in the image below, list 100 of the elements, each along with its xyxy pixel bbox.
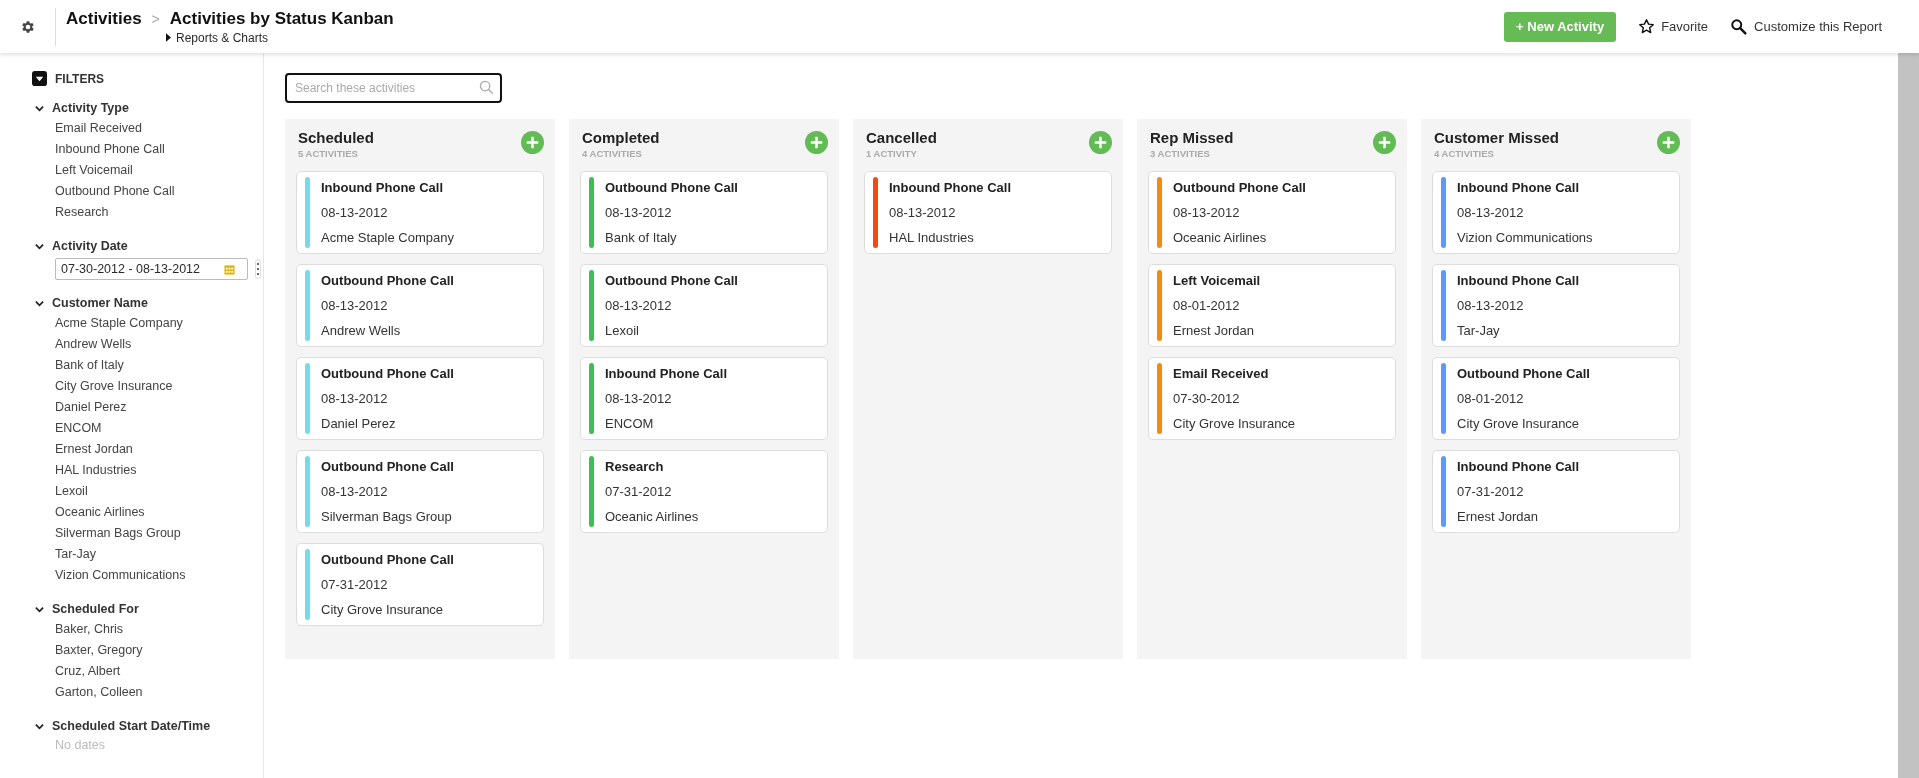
activity-type: Inbound Phone Call bbox=[1457, 459, 1580, 474]
activity-date: 08-13-2012 bbox=[321, 205, 389, 220]
activity-type: Left Voicemail bbox=[1173, 273, 1261, 288]
activity-card[interactable]: Outbound Phone Call 07-31-2012 City Grove Insurance bbox=[296, 543, 544, 626]
activity-date: 08-13-2012 bbox=[605, 205, 673, 220]
customer-name: Ernest Jordan bbox=[1173, 323, 1255, 338]
customer-name: Vizion Communications bbox=[1457, 230, 1593, 245]
activity-type: Outbound Phone Call bbox=[321, 366, 454, 381]
activity-date: 08-01-2012 bbox=[1457, 391, 1525, 406]
activity-type: Inbound Phone Call bbox=[321, 180, 445, 195]
customer-name: City Grove Insurance bbox=[1173, 416, 1296, 431]
activity-card[interactable]: Email Received 07-30-2012 City Grove Insurance bbox=[1148, 357, 1396, 440]
page-title: Activities by Status Kanban bbox=[169, 8, 394, 29]
customer-name: Bank of Italy bbox=[605, 230, 678, 245]
activity-card[interactable]: Outbound Phone Call 08-13-2012 Silverman Bags Group bbox=[296, 450, 544, 533]
activity-date: 07-31-2012 bbox=[321, 577, 389, 592]
filter-option[interactable]: Lexoil bbox=[32, 481, 263, 502]
activity-type: Outbound Phone Call bbox=[605, 273, 738, 288]
filter-option[interactable]: Ernest Jordan bbox=[32, 439, 263, 460]
filter-heading: Activity Date bbox=[52, 239, 128, 253]
filter-option[interactable]: Oceanic Airlines bbox=[32, 502, 263, 523]
filter-option[interactable]: Research bbox=[32, 202, 263, 223]
activity-date: 08-13-2012 bbox=[321, 298, 389, 313]
activity-count: 1 ACTIVITY bbox=[866, 148, 918, 159]
magnifier-icon bbox=[1730, 17, 1749, 36]
filter-option[interactable]: HAL Industries bbox=[32, 460, 263, 481]
filter-option[interactable]: Inbound Phone Call bbox=[32, 139, 263, 160]
reports-link[interactable]: Reports & Charts bbox=[66, 30, 394, 45]
customize-report-button[interactable]: Customize this Report bbox=[1730, 17, 1882, 36]
resize-handle-icon[interactable] bbox=[255, 259, 261, 279]
activity-type: Outbound Phone Call bbox=[1173, 180, 1306, 195]
filter-option[interactable]: Bank of Italy bbox=[32, 355, 263, 376]
activity-type: Research bbox=[605, 459, 665, 474]
filter-option[interactable]: Garton, Colleen bbox=[32, 682, 263, 703]
filter-option[interactable]: Cruz, Albert bbox=[32, 661, 263, 682]
caret-icon bbox=[166, 33, 171, 42]
column-title: Rep Missed bbox=[1150, 129, 1234, 146]
activity-count: 5 ACTIVITIES bbox=[298, 148, 359, 159]
activity-type: Inbound Phone Call bbox=[605, 366, 728, 381]
customer-name: City Grove Insurance bbox=[1457, 416, 1581, 431]
collapse-toggle-icon[interactable] bbox=[32, 71, 47, 86]
activity-date: 08-13-2012 bbox=[1457, 298, 1525, 313]
chevron-icon[interactable] bbox=[35, 298, 44, 308]
activity-card[interactable]: Inbound Phone Call 07-31-2012 Ernest Jordan bbox=[1432, 450, 1680, 533]
filter-option[interactable]: Daniel Perez bbox=[32, 397, 263, 418]
filter-option[interactable]: Vizion Communications bbox=[32, 565, 263, 586]
activity-card[interactable]: Research 07-31-2012 Oceanic Airlines bbox=[580, 450, 828, 533]
chevron-icon[interactable] bbox=[35, 604, 44, 614]
filters-heading: FILTERS bbox=[55, 71, 105, 86]
activity-card[interactable]: Left Voicemail 08-01-2012 Ernest Jordan bbox=[1148, 264, 1396, 347]
chevron-icon[interactable] bbox=[35, 241, 44, 251]
column-title: Completed bbox=[582, 129, 660, 146]
filter-option[interactable]: Silverman Bags Group bbox=[32, 523, 263, 544]
column-title: Scheduled bbox=[298, 129, 374, 146]
activity-date: 08-13-2012 bbox=[605, 391, 673, 406]
activity-card[interactable]: Inbound Phone Call 08-13-2012 HAL Industries bbox=[864, 171, 1112, 254]
activity-type: Outbound Phone Call bbox=[321, 552, 454, 567]
activity-card[interactable]: Outbound Phone Call 08-01-2012 City Grove Insurance bbox=[1432, 357, 1680, 440]
filter-option[interactable]: Andrew Wells bbox=[32, 334, 263, 355]
favorite-button[interactable]: Favorite bbox=[1638, 18, 1709, 35]
activity-card[interactable]: Inbound Phone Call 08-13-2012 Vizion Communications bbox=[1432, 171, 1680, 254]
filter-option[interactable]: Baxter, Gregory bbox=[32, 640, 263, 661]
activity-type: Outbound Phone Call bbox=[321, 273, 454, 288]
filter-heading: Scheduled For bbox=[52, 602, 139, 616]
activity-count: 4 ACTIVITIES bbox=[582, 148, 643, 159]
filter-option[interactable]: ENCOM bbox=[32, 418, 263, 439]
activity-count: 4 ACTIVITIES bbox=[1434, 148, 1495, 159]
customer-name: ENCOM bbox=[605, 416, 655, 431]
activity-type: Outbound Phone Call bbox=[605, 180, 738, 195]
filter-option[interactable]: Tar-Jay bbox=[32, 544, 263, 565]
chevron-icon[interactable] bbox=[35, 721, 44, 731]
activity-date: 08-01-2012 bbox=[1173, 298, 1241, 313]
filter-option[interactable]: Email Received bbox=[32, 118, 263, 139]
activity-type: Inbound Phone Call bbox=[1457, 273, 1580, 288]
activity-card[interactable]: Outbound Phone Call 08-13-2012 Lexoil bbox=[580, 264, 828, 347]
chevron-icon[interactable] bbox=[35, 103, 44, 113]
breadcrumb-link[interactable]: Activities bbox=[66, 8, 142, 29]
activity-card[interactable]: Outbound Phone Call 08-13-2012 Andrew Wells bbox=[296, 264, 544, 347]
filter-option[interactable]: Acme Staple Company bbox=[32, 313, 263, 334]
activity-card[interactable]: Outbound Phone Call 08-13-2012 Oceanic Airlines bbox=[1148, 171, 1396, 254]
filter-heading: Activity Type bbox=[52, 101, 129, 115]
activity-date: 07-31-2012 bbox=[605, 484, 673, 499]
activity-date: 08-13-2012 bbox=[605, 298, 673, 313]
date-range-field[interactable]: 07-30-2012 - 08-13-2012 bbox=[55, 258, 248, 280]
activity-date: 08-13-2012 bbox=[1173, 205, 1241, 220]
filter-heading: Customer Name bbox=[52, 296, 148, 310]
activity-card[interactable]: Outbound Phone Call 08-13-2012 Bank of Italy bbox=[580, 171, 828, 254]
breadcrumb-separator: > bbox=[151, 10, 160, 27]
activity-card[interactable]: Inbound Phone Call 08-13-2012 Acme Staple Company bbox=[296, 171, 544, 254]
search-field[interactable]: Search these activities bbox=[285, 73, 502, 103]
activity-card[interactable]: Outbound Phone Call 08-13-2012 Daniel Perez bbox=[296, 357, 544, 440]
filter-option[interactable]: City Grove Insurance bbox=[32, 376, 263, 397]
activity-card[interactable]: Inbound Phone Call 08-13-2012 Tar-Jay bbox=[1432, 264, 1680, 347]
filter-option[interactable]: Outbound Phone Call bbox=[32, 181, 263, 202]
activity-type: Email Received bbox=[1173, 366, 1270, 381]
filter-option[interactable]: Left Voicemail bbox=[32, 160, 263, 181]
filter-option[interactable]: Baker, Chris bbox=[32, 619, 263, 640]
scrollbar[interactable] bbox=[1898, 53, 1919, 778]
customer-name: Daniel Perez bbox=[321, 416, 397, 431]
activity-card[interactable]: Inbound Phone Call 08-13-2012 ENCOM bbox=[580, 357, 828, 440]
